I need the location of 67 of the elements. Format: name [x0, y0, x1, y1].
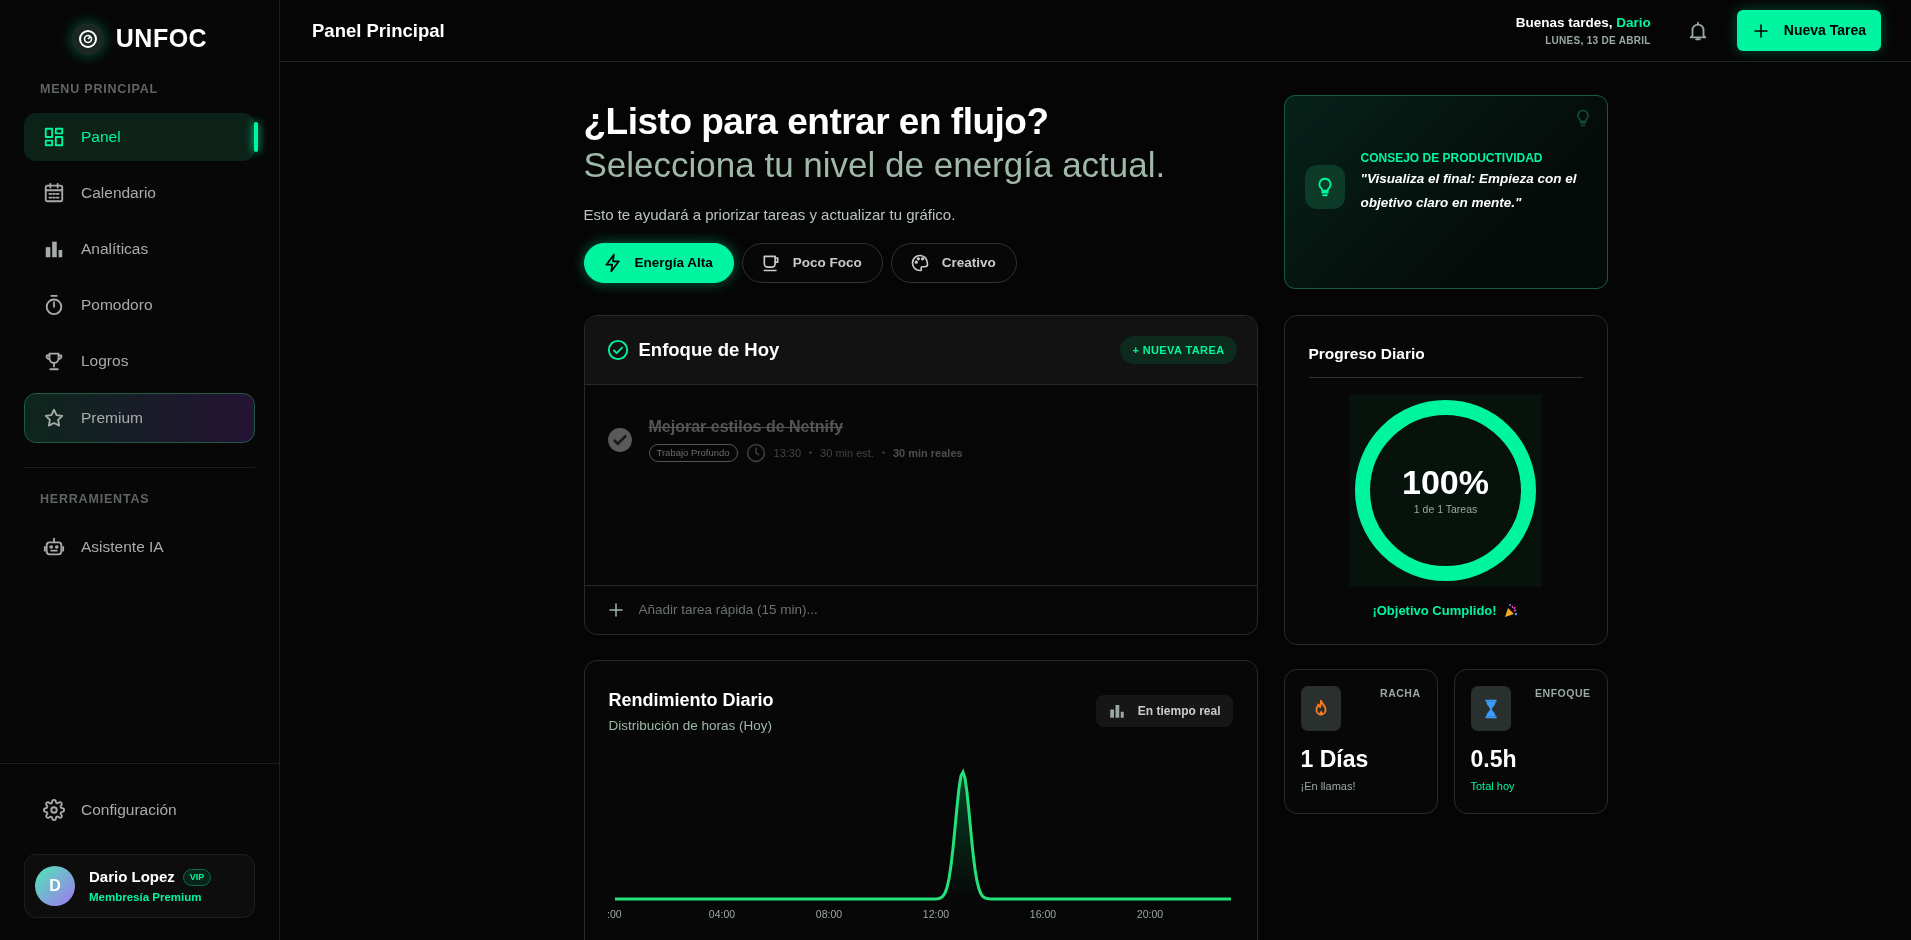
- tip-quote: "Visualiza el final: Empieza con el objetivo claro en mente.": [1360, 170, 1578, 212]
- page-title: Panel Principal: [312, 18, 445, 43]
- quick-add-field[interactable]: Añadir tarea rápida (15 min)...: [638, 599, 1235, 621]
- stat-value: 0.5h: [1470, 747, 1518, 773]
- task-estimate: 30 min est.: [820, 445, 874, 461]
- task-time: 13:30: [773, 445, 802, 461]
- axis-label: 12:00: [922, 908, 949, 921]
- sidebar-item[interactable]: Asistente IA: [24, 522, 255, 571]
- calendar-icon: [43, 181, 65, 204]
- membership-label: Membresía Premium: [89, 889, 203, 905]
- greeting: Buenas tardes, Dario: [1515, 13, 1651, 32]
- card-subtitle: Distribución de horas (Hoy): [608, 716, 774, 735]
- stat-caption: Total hoy: [1470, 779, 1516, 795]
- task-title: Mejorar estilos de Netnify: [648, 416, 845, 437]
- progress-detail: 1 de 1 Tareas: [1413, 501, 1478, 517]
- task-actual-time: 30 min reales: [892, 445, 963, 461]
- stat-label: ENFOQUE: [1535, 686, 1591, 701]
- dashboard-icon: [43, 125, 65, 148]
- goal-message: ¡Objetivo Cumplido!: [1372, 602, 1497, 621]
- stat-value: 1 Días: [1300, 747, 1370, 773]
- party-popper-icon: [1502, 603, 1519, 619]
- stopwatch-icon: [43, 293, 65, 316]
- energy-option[interactable]: Energía Alta: [583, 242, 734, 283]
- plus-icon: [606, 600, 625, 619]
- sidebar-item[interactable]: Pomodoro: [24, 280, 255, 329]
- sidebar-item[interactable]: Logros: [24, 336, 255, 385]
- card-title: Rendimiento Diario: [608, 688, 774, 712]
- card-title: Enfoque de Hoy: [638, 338, 780, 363]
- logo-icon: [71, 23, 104, 55]
- add-task-button[interactable]: + NUEVA TAREA: [1120, 335, 1237, 364]
- premium-button[interactable]: Premium: [24, 392, 255, 443]
- robot-icon: [43, 535, 65, 558]
- axis-label: 20:00: [1136, 908, 1163, 921]
- settings-icon: [43, 799, 65, 821]
- clock-icon: [745, 442, 766, 463]
- card-title: Progreso Diario: [1308, 342, 1583, 379]
- energy-option[interactable]: Poco Foco: [741, 242, 883, 283]
- user-card[interactable]: D Dario Lopez VIP Membresía Premium: [24, 854, 255, 918]
- sidebar-item[interactable]: Configuración: [24, 786, 255, 834]
- user-name: Dario Lopez: [89, 867, 175, 888]
- plus-icon: [1751, 21, 1770, 40]
- stat-caption: ¡En llamas!: [1300, 779, 1357, 795]
- stat-label: RACHA: [1380, 686, 1421, 701]
- sidebar-item[interactable]: Calendario: [24, 168, 255, 217]
- palette-icon: [909, 252, 930, 273]
- date-label: LUNES, 13 DE ABRIL: [1544, 34, 1651, 49]
- vip-badge: VIP: [182, 868, 212, 887]
- axis-label: 04:00: [708, 908, 735, 921]
- realtime-badge: En tiempo real: [1095, 694, 1233, 727]
- section-heading: MENU PRINCIPAL: [39, 81, 159, 98]
- hero-title: ¿Listo para entrar en flujo?: [583, 102, 1050, 143]
- tip-label: CONSEJO DE PRODUCTIVIDAD: [1360, 150, 1544, 168]
- avatar: D: [35, 866, 75, 906]
- new-task-button[interactable]: Nueva Tarea: [1736, 10, 1881, 51]
- hero-description: Esto te ayudará a priorizar tareas y actualizar tu gráfico.: [583, 205, 957, 226]
- energy-option[interactable]: Creativo: [890, 242, 1017, 283]
- progress-percent: 100%: [1402, 464, 1489, 502]
- axis-label: 16:00: [1029, 908, 1056, 921]
- hero-subtitle: Selecciona tu nivel de energía actual.: [583, 143, 1167, 186]
- brand-name: UNFOC: [115, 23, 208, 55]
- axis-label: 08:00: [815, 908, 842, 921]
- section-heading: HERRAMIENTAS: [39, 490, 151, 508]
- check-circle-icon: [606, 338, 629, 361]
- task-checkbox[interactable]: [606, 426, 633, 453]
- sidebar-item[interactable]: Analíticas: [24, 224, 255, 273]
- axis-label: :00: [606, 908, 622, 921]
- star-icon: [43, 406, 65, 429]
